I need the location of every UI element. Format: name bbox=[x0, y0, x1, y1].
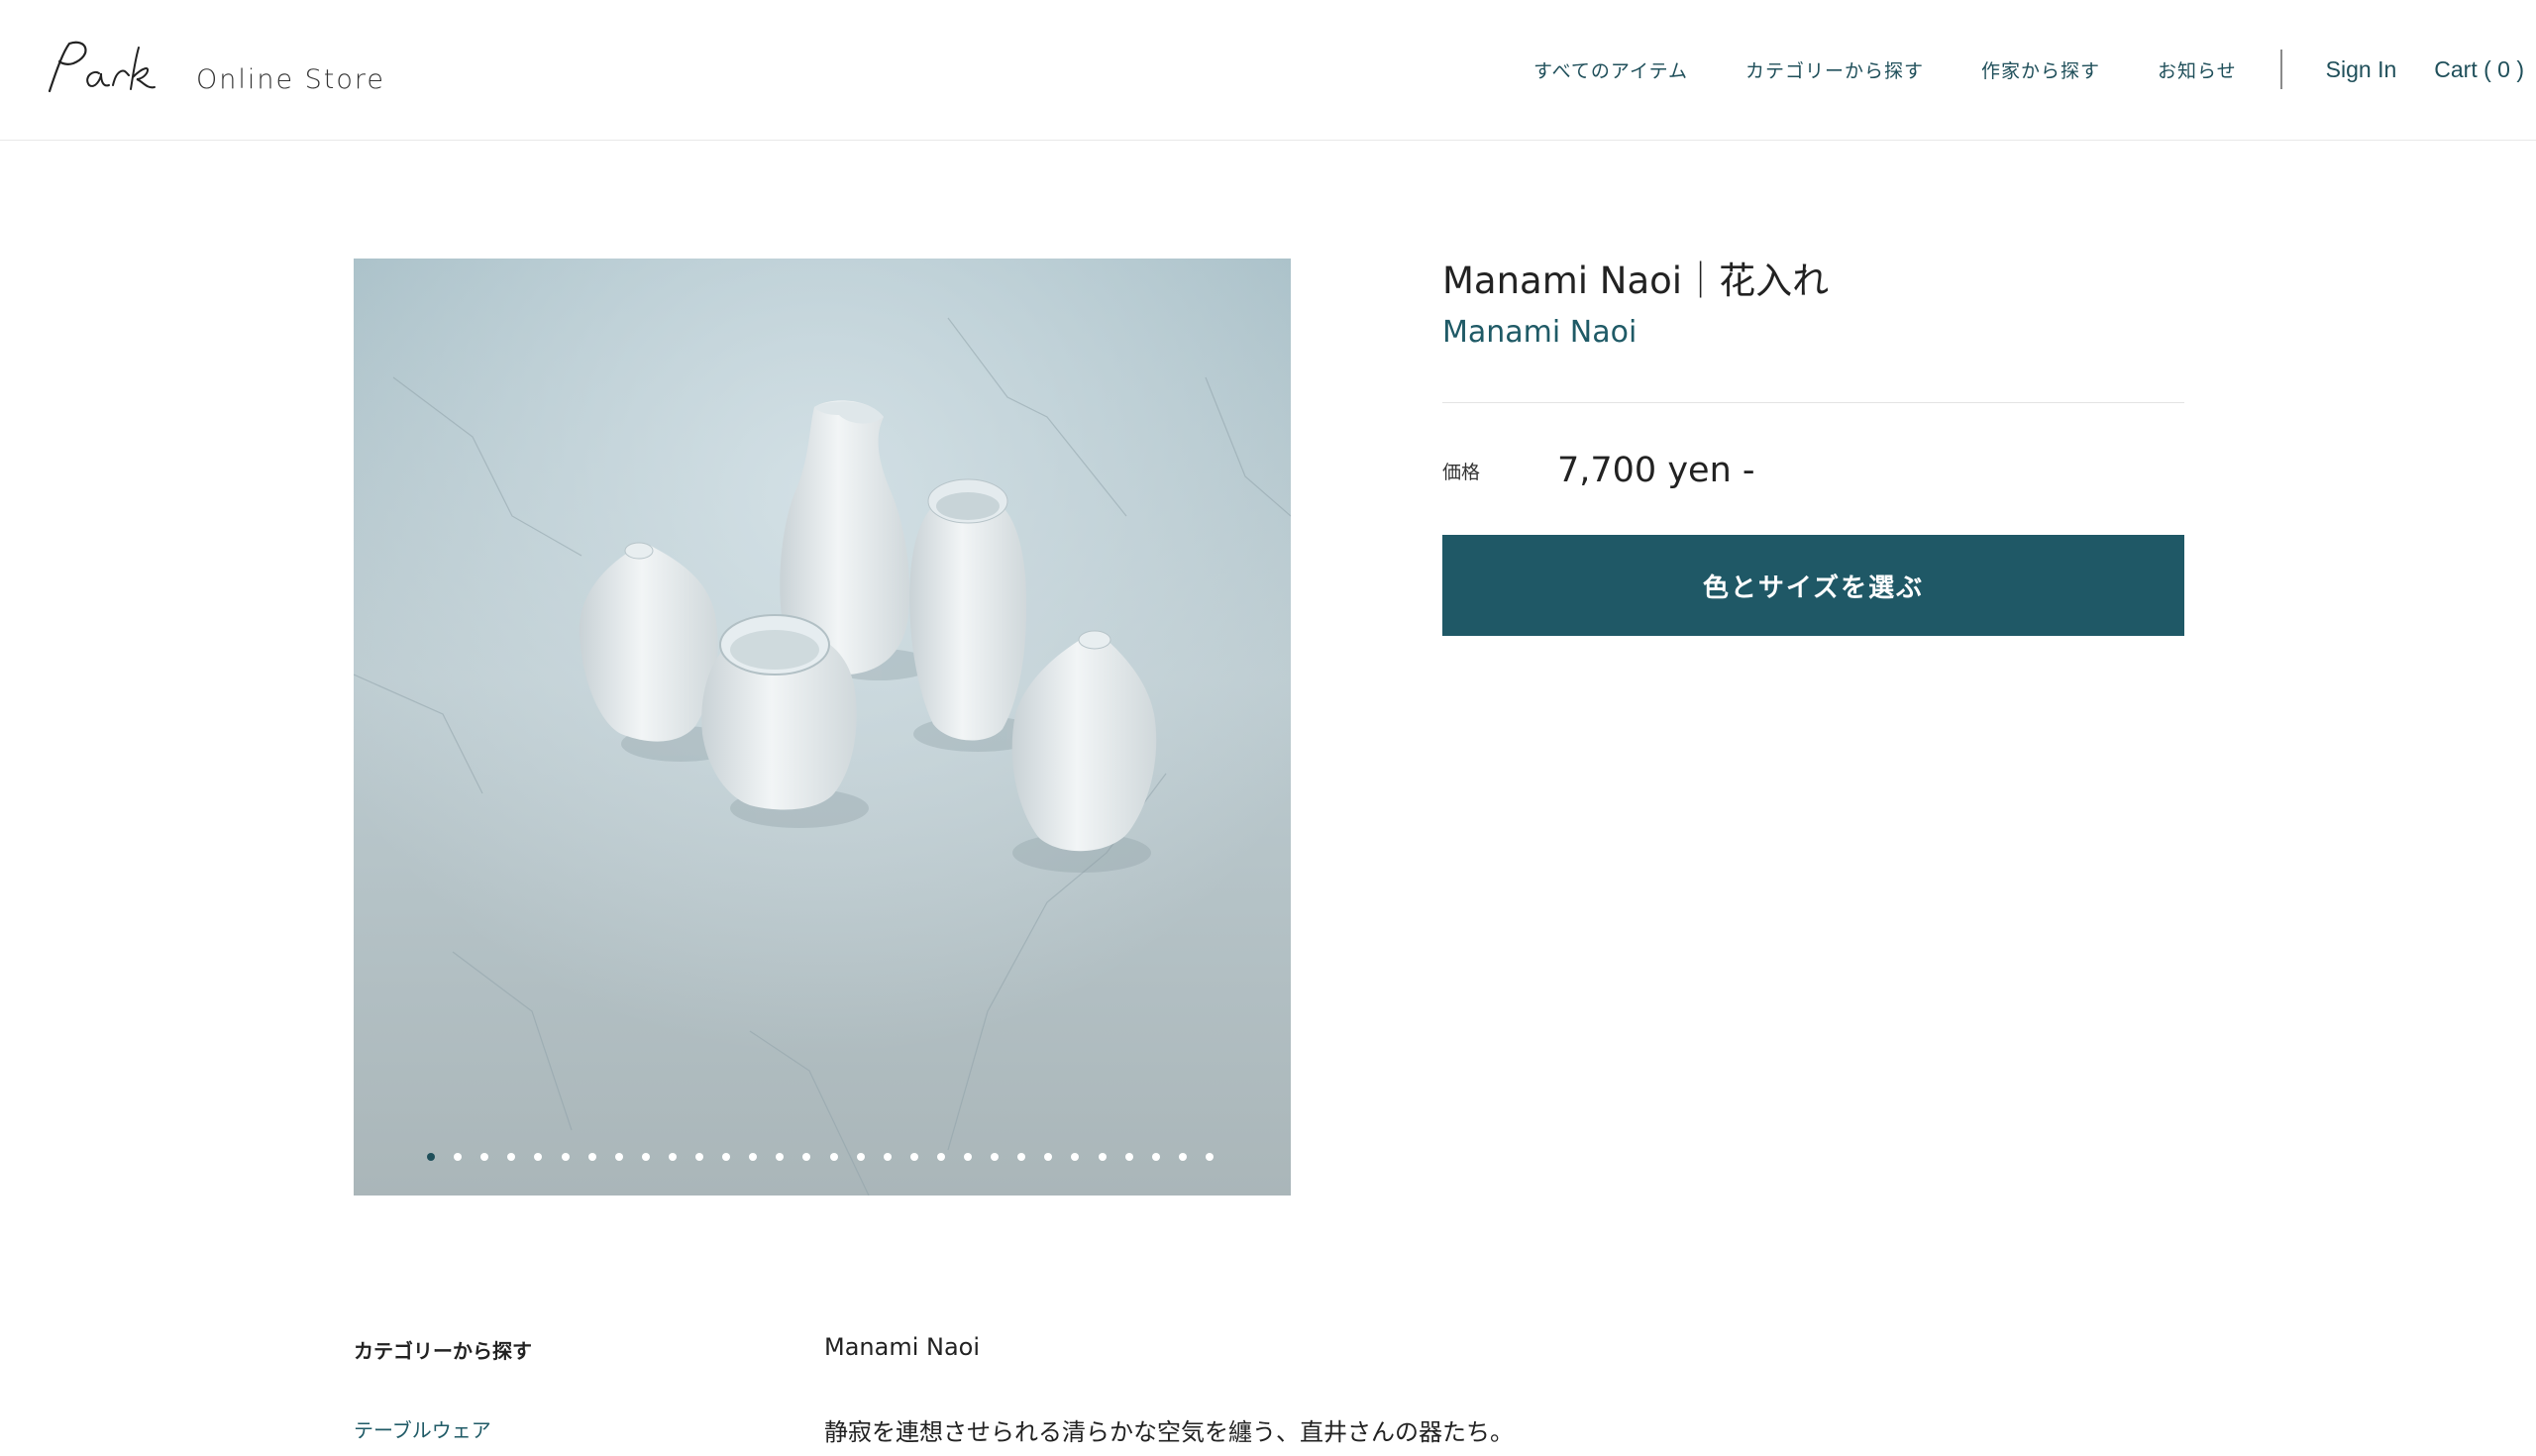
gallery-dot[interactable] bbox=[614, 1153, 623, 1161]
gallery-dot[interactable] bbox=[776, 1153, 785, 1161]
gallery-dot[interactable] bbox=[749, 1153, 758, 1161]
gallery-dot[interactable] bbox=[1205, 1153, 1214, 1161]
gallery-dot[interactable] bbox=[991, 1153, 1000, 1161]
sign-in-link[interactable]: Sign In bbox=[2326, 56, 2397, 83]
detail-artist-name: Manami Naoi bbox=[824, 1333, 981, 1361]
gallery-dot[interactable] bbox=[641, 1153, 650, 1161]
gallery-dot[interactable] bbox=[1044, 1153, 1053, 1161]
site-header: Online Store すべてのアイテム カテゴリーから探す 作家から探す お… bbox=[0, 0, 2536, 141]
gallery-dot[interactable] bbox=[454, 1153, 463, 1161]
product-title: Manami Naoi｜花入れ bbox=[1442, 260, 1830, 302]
gallery-pagination bbox=[354, 1153, 1291, 1163]
gallery-dot[interactable] bbox=[802, 1153, 811, 1161]
price-value: 7,700 yen - bbox=[1557, 451, 1755, 490]
logo-subtitle: Online Store bbox=[196, 64, 386, 95]
gallery-dot[interactable] bbox=[1017, 1153, 1026, 1161]
nav-news[interactable]: お知らせ bbox=[2158, 56, 2237, 83]
gallery-dot[interactable] bbox=[1124, 1153, 1133, 1161]
divider bbox=[1442, 402, 2184, 403]
logo[interactable]: Online Store bbox=[44, 30, 385, 99]
product-description: 静寂を連想させられる清らかな空気を纏う、直井さんの器たち。 bbox=[824, 1418, 1514, 1446]
gallery-dot[interactable] bbox=[507, 1153, 516, 1161]
cart-link[interactable]: Cart ( 0 ) bbox=[2434, 56, 2524, 83]
price-row: 価格 7,700 yen - bbox=[1442, 451, 2184, 490]
gallery-dot[interactable] bbox=[1151, 1153, 1160, 1161]
gallery-dot[interactable] bbox=[936, 1153, 945, 1161]
nav-divider bbox=[2279, 50, 2282, 89]
main-nav: すべてのアイテム カテゴリーから探す 作家から探す お知らせ Sign In C… bbox=[1533, 50, 2524, 89]
select-color-size-button[interactable]: 色とサイズを選ぶ bbox=[1442, 535, 2184, 636]
gallery-dot[interactable] bbox=[909, 1153, 918, 1161]
category-link-tableware[interactable]: テーブルウェア bbox=[354, 1414, 491, 1443]
gallery-dot[interactable] bbox=[1071, 1153, 1080, 1161]
product-info: Manami Naoi｜花入れ Manami Naoi 価格 7,700 yen… bbox=[1442, 256, 2184, 636]
gallery-dot[interactable] bbox=[561, 1153, 570, 1161]
gallery-dot[interactable] bbox=[587, 1153, 596, 1161]
nav-all-items[interactable]: すべてのアイテム bbox=[1533, 56, 1688, 83]
gallery-dot[interactable] bbox=[1178, 1153, 1187, 1161]
gallery-dot[interactable] bbox=[695, 1153, 703, 1161]
nav-by-category[interactable]: カテゴリーから探す bbox=[1745, 56, 1924, 83]
gallery-dot[interactable] bbox=[964, 1153, 972, 1161]
artist-link[interactable]: Manami Naoi bbox=[1442, 313, 2184, 353]
product-image-gallery[interactable] bbox=[354, 259, 1291, 1196]
category-heading: カテゴリーから探す bbox=[354, 1339, 532, 1363]
park-logo-icon bbox=[48, 41, 156, 93]
product-photo bbox=[354, 259, 1291, 1196]
gallery-dot[interactable] bbox=[668, 1153, 677, 1161]
price-label: 価格 bbox=[1442, 461, 1481, 483]
gallery-dot[interactable] bbox=[722, 1153, 731, 1161]
gallery-dot[interactable] bbox=[856, 1153, 865, 1161]
gallery-dot[interactable] bbox=[427, 1153, 435, 1161]
gallery-dot[interactable] bbox=[883, 1153, 892, 1161]
nav-by-artist[interactable]: 作家から探す bbox=[1981, 56, 2100, 83]
gallery-dot[interactable] bbox=[829, 1153, 838, 1161]
gallery-dot[interactable] bbox=[1098, 1153, 1107, 1161]
gallery-dot[interactable] bbox=[480, 1153, 489, 1161]
gallery-dot[interactable] bbox=[534, 1153, 543, 1161]
